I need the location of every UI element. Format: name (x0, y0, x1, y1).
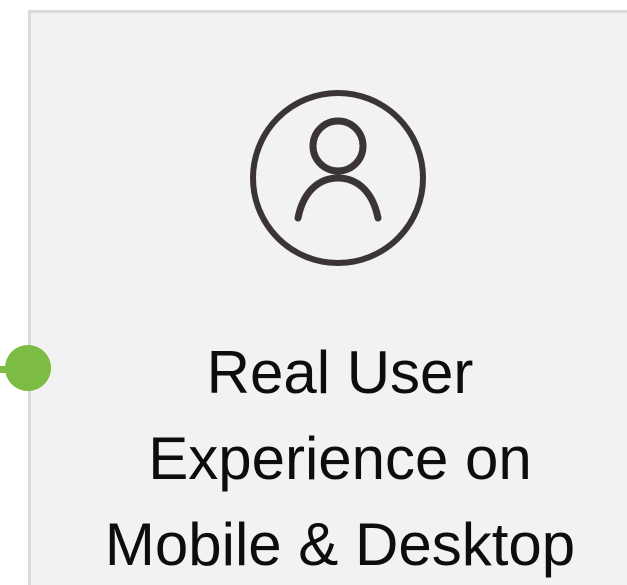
feature-title: Real User Experience on Mobile & Desktop (60, 330, 620, 585)
user-circle-icon-graphic (250, 90, 426, 266)
slide-canvas: Real User Experience on Mobile & Desktop (0, 0, 627, 585)
feature-title-line-3: Mobile & Desktop (104, 511, 576, 578)
feature-title-line-2: Experience on (148, 425, 532, 492)
feature-title-line-1: Real User (206, 339, 474, 406)
connector-node (5, 345, 51, 391)
user-circle-icon (250, 88, 426, 268)
